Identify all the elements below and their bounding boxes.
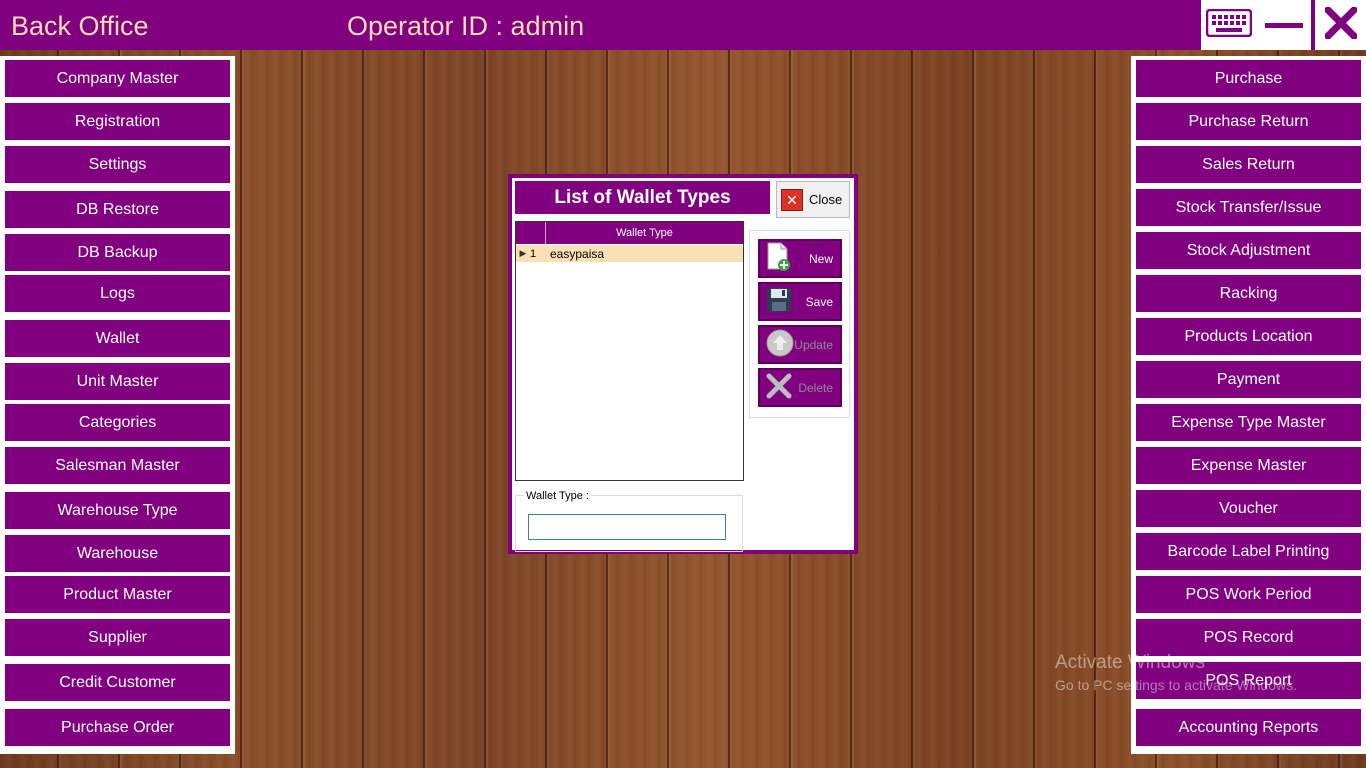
menu-expense-master[interactable]: Expense Master: [1136, 447, 1361, 484]
save-button-label: Save: [805, 294, 833, 309]
menu-settings[interactable]: Settings: [5, 146, 230, 183]
grid-header: Wallet Type: [516, 222, 743, 244]
wallet-type-label: Wallet Type :: [524, 490, 591, 502]
right-menu-panel: Purchase Purchase Return Sales Return St…: [1131, 56, 1366, 754]
dialog-title: List of Wallet Types: [515, 181, 770, 214]
menu-stock-adjustment[interactable]: Stock Adjustment: [1136, 232, 1361, 269]
menu-supplier[interactable]: Supplier: [5, 619, 230, 656]
menu-warehouse[interactable]: Warehouse: [5, 535, 230, 572]
row-wallet-type: easypaisa: [550, 246, 605, 261]
dialog-close-button[interactable]: ✕ Close: [776, 181, 850, 218]
menu-expense-type-master[interactable]: Expense Type Master: [1136, 404, 1361, 441]
menu-logs[interactable]: Logs: [5, 275, 230, 312]
menu-pos-record[interactable]: POS Record: [1136, 619, 1361, 656]
menu-unit-master[interactable]: Unit Master: [5, 363, 230, 400]
menu-product-master[interactable]: Product Master: [5, 576, 230, 613]
close-icon: ✕: [781, 188, 803, 211]
menu-racking[interactable]: Racking: [1136, 275, 1361, 312]
menu-accounting-reports[interactable]: Accounting Reports: [1136, 709, 1361, 746]
row-selector-arrow-icon: ▶: [519, 248, 527, 258]
keyboard-icon: [1205, 8, 1253, 42]
update-button-label: Update: [794, 337, 833, 352]
menu-purchase-order[interactable]: Purchase Order: [5, 709, 230, 746]
menu-company-master[interactable]: Company Master: [5, 60, 230, 97]
new-document-icon: [766, 242, 792, 275]
menu-wallet[interactable]: Wallet: [5, 320, 230, 357]
save-disk-icon: [766, 287, 792, 316]
delete-x-icon: [766, 373, 792, 402]
menu-barcode-label-printing[interactable]: Barcode Label Printing: [1136, 533, 1361, 570]
menu-salesman-master[interactable]: Salesman Master: [5, 447, 230, 484]
minimize-icon: [1265, 16, 1303, 34]
new-button-label: New: [808, 251, 833, 266]
menu-products-location[interactable]: Products Location: [1136, 318, 1361, 355]
app-title: Back Office: [11, 11, 149, 41]
menu-categories[interactable]: Categories: [5, 404, 230, 441]
minimize-button[interactable]: [1257, 0, 1311, 50]
title-bar: Back Office Operator ID : admin: [0, 0, 1366, 50]
watermark-title: Activate Windows: [1055, 652, 1205, 673]
menu-db-restore[interactable]: DB Restore: [5, 191, 230, 228]
grid-corner-cell: [516, 222, 546, 244]
menu-voucher[interactable]: Voucher: [1136, 490, 1361, 527]
menu-purchase-return[interactable]: Purchase Return: [1136, 103, 1361, 140]
menu-credit-customer[interactable]: Credit Customer: [5, 664, 230, 701]
wallet-type-input[interactable]: [528, 514, 726, 540]
save-button[interactable]: Save: [758, 282, 842, 321]
keyboard-button[interactable]: [1201, 0, 1257, 50]
menu-payment[interactable]: Payment: [1136, 361, 1361, 398]
activation-watermark: Activate Windows Go to PC settings to ac…: [1055, 652, 1297, 694]
menu-registration[interactable]: Registration: [5, 103, 230, 140]
close-window-button[interactable]: [1313, 0, 1366, 50]
watermark-subtitle: Go to PC settings to activate Windows.: [1055, 677, 1297, 693]
delete-button[interactable]: Delete: [758, 368, 842, 407]
dialog-close-label: Close: [809, 192, 843, 207]
update-button[interactable]: Update: [758, 325, 842, 364]
menu-pos-work-period[interactable]: POS Work Period: [1136, 576, 1361, 613]
wallet-type-grid[interactable]: Wallet Type ▶ 1 easypaisa: [515, 221, 744, 481]
close-icon: [1322, 4, 1359, 44]
left-menu-panel: Company Master Registration Settings DB …: [0, 56, 235, 754]
new-button[interactable]: New: [758, 239, 842, 278]
wallet-type-field-group: Wallet Type :: [515, 490, 743, 552]
menu-warehouse-type[interactable]: Warehouse Type: [5, 492, 230, 529]
table-row[interactable]: ▶ 1 easypaisa: [516, 245, 743, 262]
grid-column-header[interactable]: Wallet Type: [546, 222, 743, 244]
menu-stock-transfer-issue[interactable]: Stock Transfer/Issue: [1136, 189, 1361, 226]
delete-button-label: Delete: [798, 380, 833, 395]
menu-sales-return[interactable]: Sales Return: [1136, 146, 1361, 183]
menu-db-backup[interactable]: DB Backup: [5, 234, 230, 271]
row-index: 1: [530, 247, 537, 260]
action-buttons-group: New Save Update Delete: [749, 230, 850, 418]
update-arrow-icon: [766, 329, 794, 360]
wallet-types-dialog: List of Wallet Types ✕ Close Wallet Type…: [508, 174, 858, 554]
menu-purchase[interactable]: Purchase: [1136, 60, 1361, 97]
operator-id-label: Operator ID : admin: [347, 11, 585, 41]
